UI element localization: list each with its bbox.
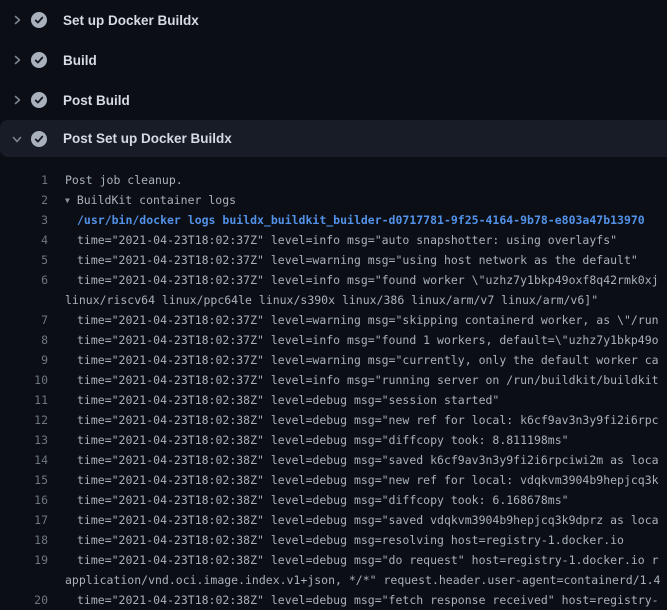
line-number[interactable]: 6 bbox=[0, 270, 48, 290]
line-number[interactable]: 14 bbox=[0, 450, 48, 470]
workflow-steps-panel: Set up Docker Buildx Build Post Build bbox=[0, 0, 667, 157]
line-number[interactable]: 12 bbox=[0, 410, 48, 430]
log-line-text: time="2021-04-23T18:02:38Z" level=debug … bbox=[65, 450, 659, 470]
group-collapse-arrow-icon: ▼ bbox=[65, 196, 70, 205]
log-line-text: time="2021-04-23T18:02:38Z" level=debug … bbox=[65, 490, 569, 510]
log-line-text: time="2021-04-23T18:02:37Z" level=info m… bbox=[65, 230, 617, 250]
line-number[interactable]: 7 bbox=[0, 310, 48, 330]
log-line-text: /usr/bin/docker logs buildx_buildkit_bui… bbox=[65, 210, 645, 230]
log-line-text: time="2021-04-23T18:02:37Z" level=warnin… bbox=[65, 310, 659, 330]
log-line: 9 time="2021-04-23T18:02:37Z" level=warn… bbox=[0, 350, 667, 370]
log-line-text: Post job cleanup. bbox=[65, 170, 183, 190]
check-circle-icon bbox=[31, 92, 47, 108]
log-line: 5 time="2021-04-23T18:02:37Z" level=warn… bbox=[0, 250, 667, 270]
log-line: 10 time="2021-04-23T18:02:37Z" level=inf… bbox=[0, 370, 667, 390]
line-number[interactable]: 8 bbox=[0, 330, 48, 350]
line-number[interactable]: 2 bbox=[0, 190, 48, 210]
step-row-build[interactable]: Build bbox=[0, 40, 667, 80]
log-line: 15 time="2021-04-23T18:02:38Z" level=deb… bbox=[0, 470, 667, 490]
log-line: application/vnd.oci.image.index.v1+json,… bbox=[0, 570, 667, 590]
log-line-text: application/vnd.oci.image.index.v1+json,… bbox=[65, 570, 660, 590]
line-number[interactable]: 9 bbox=[0, 350, 48, 370]
log-line: 6 time="2021-04-23T18:02:37Z" level=info… bbox=[0, 270, 667, 290]
log-line-text: time="2021-04-23T18:02:37Z" level=info m… bbox=[65, 330, 659, 350]
line-number[interactable]: 3 bbox=[0, 210, 48, 230]
check-circle-icon bbox=[31, 52, 47, 68]
log-line-text: time="2021-04-23T18:02:38Z" level=debug … bbox=[65, 550, 659, 570]
log-line: 18 time="2021-04-23T18:02:38Z" level=deb… bbox=[0, 530, 667, 550]
log-line: 8 time="2021-04-23T18:02:37Z" level=info… bbox=[0, 330, 667, 350]
step-row-post-build[interactable]: Post Build bbox=[0, 80, 667, 120]
line-number[interactable]: 11 bbox=[0, 390, 48, 410]
log-line: 20 time="2021-04-23T18:02:38Z" level=deb… bbox=[0, 590, 667, 610]
log-group-toggle[interactable]: 2 ▼BuildKit container logs bbox=[0, 190, 667, 210]
log-line-text: time="2021-04-23T18:02:37Z" level=warnin… bbox=[65, 350, 659, 370]
log-line-text: time="2021-04-23T18:02:38Z" level=debug … bbox=[65, 470, 659, 490]
log-line-text: time="2021-04-23T18:02:38Z" level=debug … bbox=[65, 590, 659, 610]
step-title: Post Set up Docker Buildx bbox=[63, 131, 232, 146]
line-number[interactable]: 10 bbox=[0, 370, 48, 390]
log-line-text: time="2021-04-23T18:02:38Z" level=debug … bbox=[65, 510, 659, 530]
log-line-text: time="2021-04-23T18:02:37Z" level=info m… bbox=[65, 370, 659, 390]
line-number[interactable]: 18 bbox=[0, 530, 48, 550]
log-line: 7 time="2021-04-23T18:02:37Z" level=warn… bbox=[0, 310, 667, 330]
check-circle-icon bbox=[31, 131, 47, 147]
log-line-text: time="2021-04-23T18:02:38Z" level=debug … bbox=[65, 410, 659, 430]
log-line: 13 time="2021-04-23T18:02:38Z" level=deb… bbox=[0, 430, 667, 450]
chevron-right-icon bbox=[11, 14, 23, 26]
log-line: 3 /usr/bin/docker logs buildx_buildkit_b… bbox=[0, 210, 667, 230]
step-title: Set up Docker Buildx bbox=[63, 13, 199, 28]
step-row-set-up-docker-buildx[interactable]: Set up Docker Buildx bbox=[0, 0, 667, 40]
log-line-text: time="2021-04-23T18:02:38Z" level=debug … bbox=[65, 390, 499, 410]
log-line: 19 time="2021-04-23T18:02:38Z" level=deb… bbox=[0, 550, 667, 570]
log-line-text: time="2021-04-23T18:02:38Z" level=debug … bbox=[65, 530, 624, 550]
log-line: 14 time="2021-04-23T18:02:38Z" level=deb… bbox=[0, 450, 667, 470]
line-number[interactable]: 13 bbox=[0, 430, 48, 450]
check-circle-icon bbox=[31, 12, 47, 28]
line-number[interactable]: 5 bbox=[0, 250, 48, 270]
log-viewer: 1 Post job cleanup. 2 ▼BuildKit containe… bbox=[0, 157, 667, 610]
log-line: 4 time="2021-04-23T18:02:37Z" level=info… bbox=[0, 230, 667, 250]
line-number[interactable]: 19 bbox=[0, 550, 48, 570]
chevron-down-icon bbox=[11, 133, 23, 145]
line-number[interactable]: 4 bbox=[0, 230, 48, 250]
log-line-text: ▼BuildKit container logs bbox=[65, 190, 236, 210]
log-line: 1 Post job cleanup. bbox=[0, 170, 667, 190]
log-line-text: linux/riscv64 linux/ppc64le linux/s390x … bbox=[65, 290, 598, 310]
log-line: 16 time="2021-04-23T18:02:38Z" level=deb… bbox=[0, 490, 667, 510]
chevron-right-icon bbox=[11, 54, 23, 66]
step-title: Post Build bbox=[63, 93, 130, 108]
chevron-right-icon bbox=[11, 94, 23, 106]
line-number[interactable]: 16 bbox=[0, 490, 48, 510]
line-number[interactable]: 20 bbox=[0, 590, 48, 610]
step-row-post-set-up-docker-buildx[interactable]: Post Set up Docker Buildx bbox=[0, 120, 667, 157]
log-line-text: time="2021-04-23T18:02:37Z" level=info m… bbox=[65, 270, 659, 290]
step-title: Build bbox=[63, 53, 97, 68]
log-line: 12 time="2021-04-23T18:02:38Z" level=deb… bbox=[0, 410, 667, 430]
log-line: linux/riscv64 linux/ppc64le linux/s390x … bbox=[0, 290, 667, 310]
log-line-text: time="2021-04-23T18:02:37Z" level=warnin… bbox=[65, 250, 638, 270]
line-number[interactable]: 1 bbox=[0, 170, 48, 190]
line-number[interactable]: 15 bbox=[0, 470, 48, 490]
log-line: 17 time="2021-04-23T18:02:38Z" level=deb… bbox=[0, 510, 667, 530]
log-line: 11 time="2021-04-23T18:02:38Z" level=deb… bbox=[0, 390, 667, 410]
log-line-text: time="2021-04-23T18:02:38Z" level=debug … bbox=[65, 430, 569, 450]
line-number[interactable]: 17 bbox=[0, 510, 48, 530]
